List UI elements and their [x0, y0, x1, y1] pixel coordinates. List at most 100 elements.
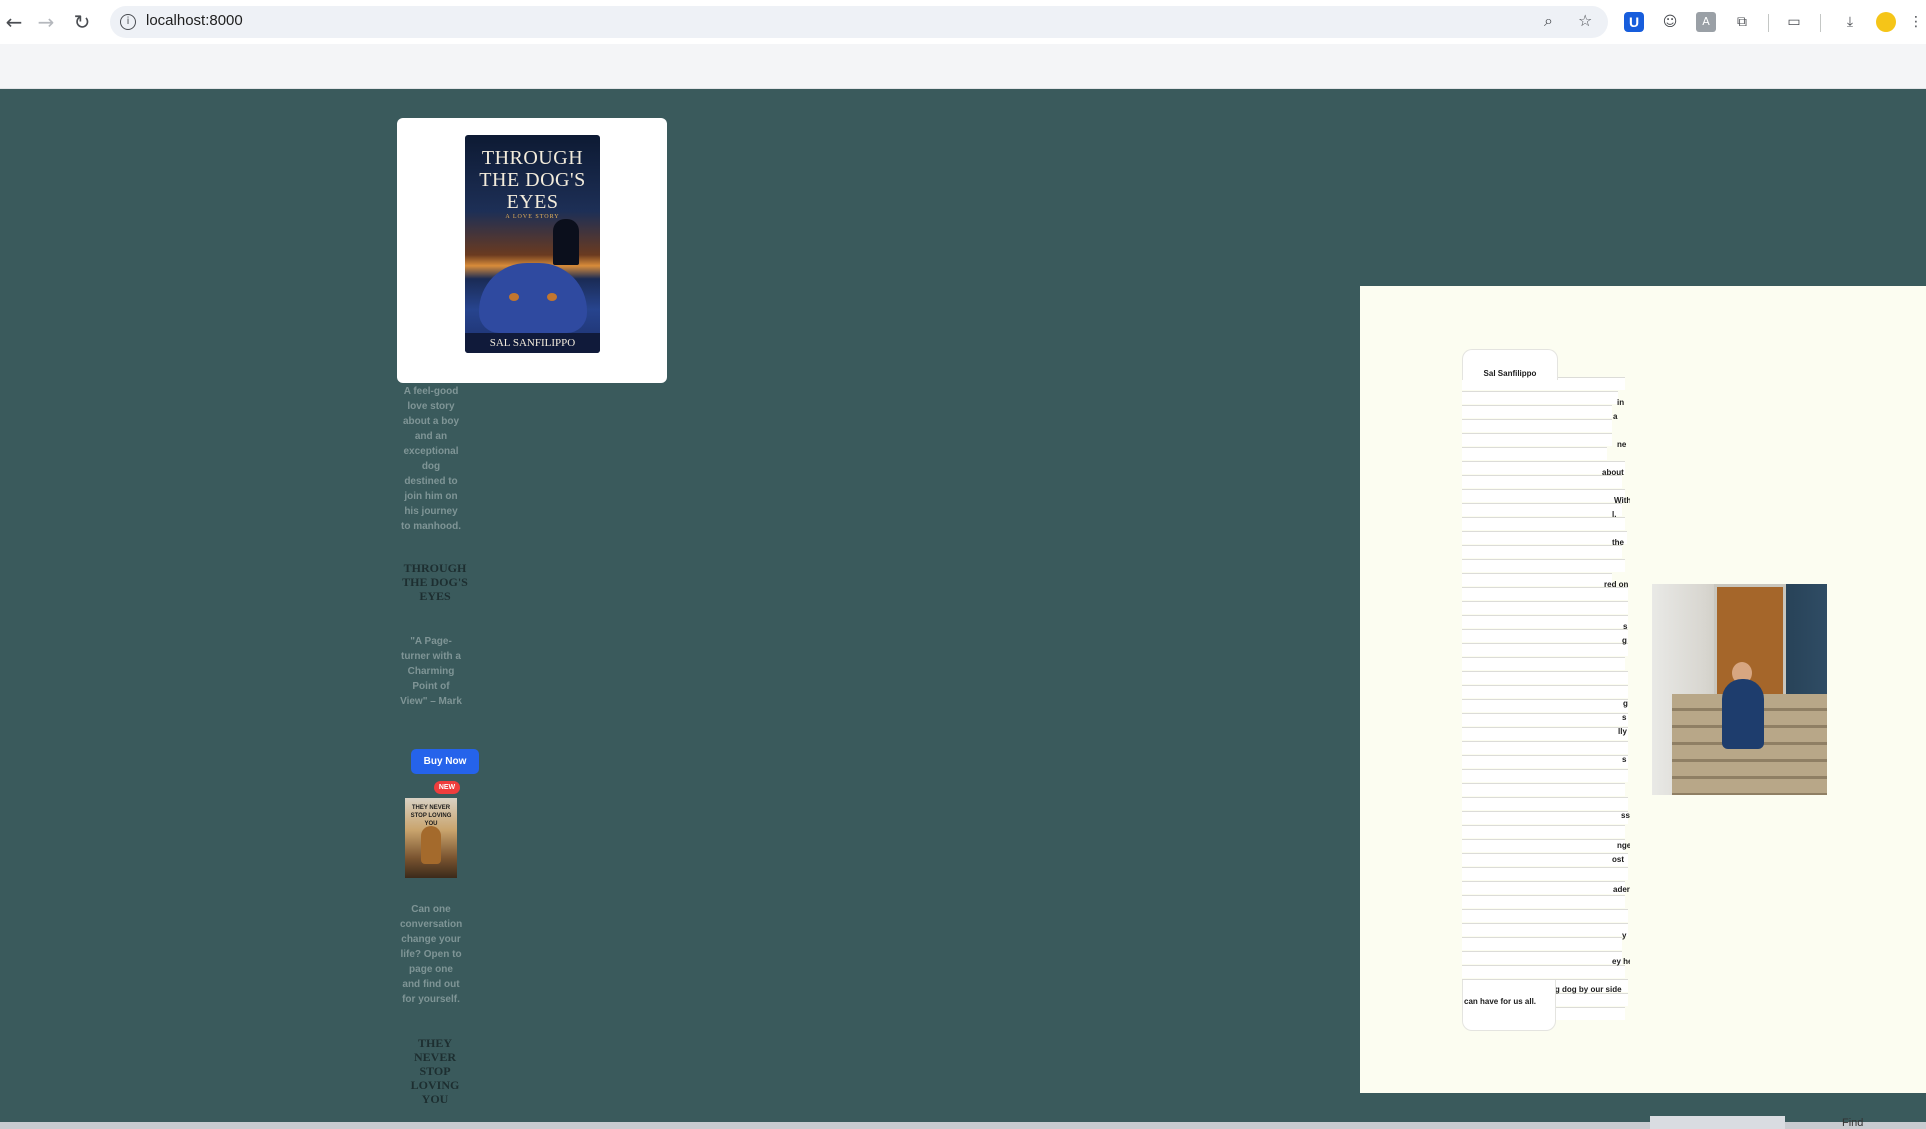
media-icon[interactable]: ▭	[1784, 12, 1804, 32]
book2-title: THEY NEVER STOP LOVING YOU	[410, 1036, 460, 1106]
find-label[interactable]: Find	[1842, 1117, 1863, 1129]
extension-gray-icon[interactable]: A	[1696, 12, 1716, 32]
text-line	[1462, 825, 1625, 838]
cover-title: THROUGH THE DOG'S EYES	[479, 147, 586, 213]
about-author-panel	[1360, 286, 1926, 1093]
author-photo	[1652, 584, 1827, 795]
bookmark-star-icon[interactable]: ☆	[1578, 11, 1592, 30]
text-fragment: ne	[1617, 440, 1627, 449]
text-line	[1462, 391, 1618, 404]
text-line	[1462, 475, 1622, 488]
cover-author: SAL SANFILIPPO	[465, 333, 600, 353]
article-header-tab: Sal Sanfilippo	[1462, 349, 1558, 380]
text-line	[1462, 615, 1628, 628]
site-info-icon[interactable]: i	[120, 14, 136, 30]
text-line	[1462, 559, 1625, 572]
text-line	[1462, 461, 1625, 474]
text-line	[1462, 965, 1625, 978]
book2-blurb: Can one conversation change your life? O…	[400, 904, 463, 1005]
person-figure	[1722, 679, 1764, 749]
text-fragment: in	[1617, 398, 1625, 407]
dog-eye	[547, 293, 557, 301]
text-fragment: s	[1622, 755, 1627, 764]
text-line	[1462, 811, 1628, 824]
find-bar-tab[interactable]	[1650, 1116, 1785, 1129]
book-title: THROUGH THE DOG'S EYES	[402, 561, 468, 603]
text-fragment: With	[1614, 496, 1630, 505]
text-line	[1462, 433, 1612, 446]
text-line	[1462, 951, 1622, 964]
text-line	[1462, 503, 1622, 516]
text-fragment: y	[1622, 931, 1627, 940]
text-line	[1462, 727, 1628, 740]
text-fragment: g	[1623, 699, 1628, 708]
text-fragment: nge	[1617, 841, 1630, 850]
forward-icon[interactable]: →	[34, 10, 58, 34]
url-text[interactable]: localhost:8000	[146, 12, 243, 29]
text-fragment: can have for us all.	[1464, 997, 1537, 1006]
text-fragment: g	[1622, 636, 1627, 645]
text-line	[1462, 741, 1628, 754]
article-footer: can have for us all.	[1462, 980, 1556, 1031]
text-line	[1462, 699, 1628, 712]
couple-silhouette	[553, 219, 579, 265]
text-line	[1462, 797, 1628, 810]
text-line	[1462, 867, 1628, 880]
article-tab-label: Sal Sanfilippo	[1483, 369, 1537, 378]
text-line	[1462, 629, 1628, 642]
browser-toolbar: ← → ↻ i localhost:8000 ⌕ ☆ U ☺ A ⧉ ▭ ⤓ ⋮	[0, 0, 1926, 44]
dog-eye	[509, 293, 519, 301]
text-line	[1462, 517, 1625, 530]
text-line	[1462, 769, 1628, 782]
toolbar-divider	[1768, 14, 1769, 32]
text-line	[1462, 909, 1628, 922]
address-bar[interactable]: i localhost:8000 ⌕ ☆	[110, 6, 1608, 38]
text-fragment: ng dog by our side	[1550, 985, 1622, 994]
text-line	[1462, 685, 1628, 698]
extension-robot-icon[interactable]: ☺	[1660, 12, 1680, 32]
text-line	[1462, 881, 1625, 894]
bitwarden-icon[interactable]: U	[1624, 12, 1644, 32]
text-fragment: a	[1613, 412, 1618, 421]
back-icon[interactable]: ←	[2, 10, 26, 34]
text-fragment: ey he	[1612, 957, 1630, 966]
extensions-puzzle-icon[interactable]: ⧉	[1732, 12, 1752, 32]
zoom-icon[interactable]: ⌕	[1544, 11, 1553, 31]
text-fragment: about	[1602, 468, 1624, 477]
text-fragment: s	[1622, 713, 1627, 722]
menu-icon[interactable]: ⋮	[1906, 12, 1926, 32]
text-fragment: the	[1612, 538, 1624, 547]
text-line	[1462, 895, 1625, 908]
cover-subtitle: A LOVE STORY	[505, 214, 560, 220]
text-line	[1462, 419, 1612, 432]
text-line	[1462, 853, 1628, 866]
dog-illustration	[479, 263, 587, 333]
text-line	[1462, 545, 1622, 558]
book-quote: "A Page-turner with a Charming Point of …	[400, 636, 462, 707]
text-line	[1462, 671, 1628, 684]
profile-avatar-icon[interactable]	[1876, 12, 1896, 32]
text-line	[1462, 489, 1625, 502]
text-line	[1462, 405, 1612, 418]
bottom-scroll-strip	[0, 1122, 1926, 1129]
book-cover-card[interactable]: THROUGH THE DOG'S EYES A LOVE STORY SAL …	[397, 118, 667, 383]
toolbar-divider	[1820, 14, 1821, 32]
reload-icon[interactable]: ↻	[70, 10, 94, 34]
text-fragment: ader	[1613, 885, 1630, 894]
text-line	[1462, 657, 1625, 670]
text-fragment: ost	[1612, 855, 1624, 864]
buy-now-button[interactable]: Buy Now	[411, 749, 479, 774]
text-fragment: red on	[1604, 580, 1629, 589]
book2-cover-image[interactable]: THEY NEVER STOP LOVING YOU	[405, 798, 457, 878]
text-line	[1462, 783, 1625, 796]
book-cover-image[interactable]: THROUGH THE DOG'S EYES A LOVE STORY SAL …	[465, 135, 600, 353]
text-line	[1462, 755, 1628, 768]
site-header-bar	[0, 44, 1926, 89]
download-icon[interactable]: ⤓	[1840, 12, 1860, 32]
text-line	[1462, 923, 1628, 936]
text-line	[1462, 839, 1625, 852]
text-line	[1462, 447, 1607, 460]
text-line	[1462, 531, 1627, 544]
new-badge: NEW	[434, 781, 460, 794]
author-article-text: in a ne about With l. the red on s g g s…	[1462, 349, 1630, 1032]
